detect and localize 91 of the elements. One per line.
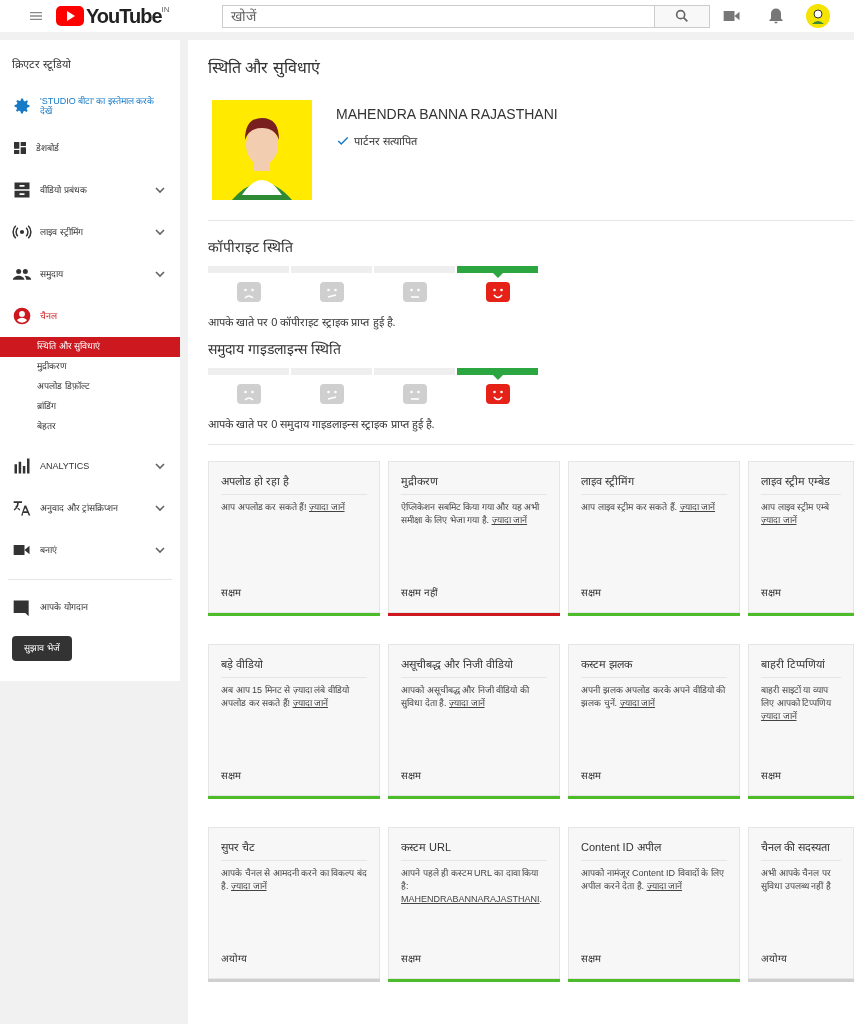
feature-status: अयोग्य — [761, 952, 788, 966]
sidebar-item[interactable]: अनुवाद और ट्रांसक्रिप्शन — [0, 486, 180, 529]
learn-more-link[interactable]: ज़्यादा जानें — [619, 698, 656, 708]
feature-description: आपको नामंजूर Content ID विवादों के लिए अपील करने देता है. ज़्यादा जानें — [581, 867, 725, 893]
account-icon — [12, 305, 32, 326]
feature-status: सक्षम — [581, 769, 602, 783]
feature-status: सक्षम — [221, 586, 242, 600]
feature-status: सक्षम नहीं — [401, 586, 439, 600]
dashboard-icon — [12, 139, 28, 156]
learn-more-link[interactable]: ज़्यादा जानें — [231, 881, 267, 891]
feature-status: अयोग्य — [221, 952, 248, 966]
feature-status: सक्षम — [581, 586, 602, 600]
learn-more-link[interactable]: ज़्यादा जानें — [679, 502, 716, 512]
sidebar-title: क्रिएटर स्टूडियो — [11, 57, 73, 73]
pointer-icon — [492, 374, 503, 380]
search-field[interactable]: खोजें — [221, 4, 655, 28]
feature-title: मुद्रीकरण — [401, 474, 547, 495]
feature-title: कस्टम URL — [401, 840, 547, 861]
sidebar-item[interactable]: ANALYTICS — [0, 444, 180, 487]
face-icon — [485, 383, 510, 404]
feature-description: आप लाइव स्ट्रीम कर सकते हैं. ज़्यादा जानें — [581, 501, 717, 514]
feature-status: सक्षम — [401, 769, 422, 783]
learn-more-link[interactable]: ज़्यादा जानें — [761, 515, 797, 525]
feature-description: आपके चैनल से आमदनी करने का विकल्प बंद है. ज़्यादा जानें — [221, 867, 367, 893]
sidebar-item[interactable]: समुदाय — [0, 252, 180, 295]
learn-more-link[interactable]: ज़्यादा जानें — [646, 881, 683, 891]
learn-more-link[interactable]: MAHENDRABANNARAJASTHANI — [401, 894, 540, 904]
feature-title: कस्टम झलक — [581, 657, 727, 678]
bell-icon[interactable] — [766, 6, 786, 26]
feedback-button[interactable]: सुझाव भेजें — [12, 635, 72, 661]
learn-more-link[interactable]: ज़्यादा जानें — [761, 711, 797, 721]
feature-title: बड़े वीडियो — [221, 657, 367, 678]
face-icon — [319, 383, 344, 404]
feature-status: सक्षम — [761, 769, 782, 783]
feature-description: अभी आपके चैनल पर सुविधा उपलब्ध नहीं है — [761, 867, 832, 893]
sidebar-subitem[interactable]: मुद्रीकरण — [0, 356, 180, 377]
sidebar-item[interactable]: डेशबोर्ड — [0, 126, 180, 169]
feature-status: सक्षम — [761, 586, 782, 600]
play-logo-icon[interactable] — [56, 6, 84, 26]
feature-title: अपलोड हो रहा है — [221, 474, 367, 495]
feature-title: Content ID अपील — [581, 840, 727, 861]
feature-status: सक्षम — [581, 952, 602, 966]
section-title: समुदाय गाइडलाइन्स स्थिति — [208, 339, 342, 360]
feature-description: अब आप 15 मिनट से ज़्यादा लंबे वीडियो अपलोड कर सकते हैं! ज़्यादा जानें — [221, 684, 351, 710]
search-button[interactable] — [654, 4, 710, 28]
sidebar-item[interactable]: चैनल — [0, 294, 180, 337]
sidebar-item[interactable]: वीडियो प्रबंधक — [0, 168, 180, 211]
feature-description: आपने पहले ही कस्टम URL का दावा किया है: MAHENDRABANNARAJASTHANI. — [401, 867, 544, 906]
logo-text[interactable]: YouTube — [86, 1, 162, 31]
strike-text: आपके खाते पर 0 समुदाय गाइडलाइन्स स्ट्राइक प्राप्त हुई है. — [208, 416, 436, 432]
face-icon — [485, 282, 510, 302]
face-icon — [319, 282, 344, 302]
sidebar-subitem[interactable]: बेहतर — [0, 416, 180, 437]
feature-description: आप लाइव स्ट्रीम एम्बे ज़्यादा जानें — [761, 501, 830, 527]
avatar-icon[interactable] — [806, 4, 830, 28]
feature-description: बाहरी साइटों या व्याप लिए आपको टिप्पणिय ज़्यादा जानें — [761, 684, 833, 723]
page-title: स्थिति और सुविधाएं — [208, 57, 321, 80]
feature-title: लाइव स्ट्रीमिंग — [581, 474, 727, 495]
sidebar-subitem[interactable]: ब्रांडिंग — [0, 396, 180, 417]
region-label: IN — [161, 4, 170, 14]
sidebar-subitem[interactable]: अपलोड डिफ़ॉल्ट — [0, 376, 180, 397]
sidebar-item[interactable]: 'STUDIO बीटा' का इस्तेमाल करके देखें — [0, 84, 180, 127]
face-icon — [236, 383, 261, 404]
feature-title: असूचीबद्ध और निजी वीडियो — [401, 657, 547, 678]
feature-description: अपनी झलक अपलोड करके अपने वीडियो की झलक चुनें. ज़्यादा जानें — [581, 684, 727, 710]
learn-more-link[interactable]: ज़्यादा जानें — [449, 698, 485, 708]
search-icon — [673, 8, 690, 24]
feature-description: ऐप्लिकेशन सबमिट किया गया और यह अभी समीक्षा के लिए भेजा गया है. ज़्यादा जानें — [401, 501, 541, 527]
channel-name: MAHENDRA BANNA RAJASTHANI — [336, 105, 558, 124]
feature-title: बाहरी टिप्पणियां — [761, 657, 841, 678]
face-icon — [236, 282, 261, 302]
learn-more-link[interactable]: ज़्यादा जानें — [309, 502, 345, 512]
sidebar-subitem[interactable]: स्थिति और सुविधाएं — [0, 336, 180, 357]
sidebar-item[interactable]: आपके योगदान — [0, 587, 180, 628]
feature-status: सक्षम — [221, 769, 242, 783]
pointer-icon — [492, 273, 503, 278]
learn-more-link[interactable]: ज़्यादा जानें — [491, 515, 528, 525]
sidebar-item[interactable]: लाइव स्ट्रीमिंग — [0, 210, 180, 253]
strike-text: आपके खाते पर 0 कॉपीराइट स्ट्राइक प्राप्त हुई है. — [208, 315, 397, 331]
feature-description: आप अपलोड कर सकते हैं! ज़्यादा जानें — [221, 501, 346, 514]
verified-label: पार्टनर सत्यापित — [354, 134, 418, 149]
learn-more-link[interactable]: ज़्यादा जानें — [292, 698, 329, 708]
sidebar-item[interactable]: बनाएं — [0, 528, 180, 571]
feature-title: लाइव स्ट्रीम एम्बेड — [761, 474, 841, 495]
feature-status: सक्षम — [401, 952, 422, 966]
face-icon — [402, 383, 427, 404]
feature-description: आपको असूचीबद्ध और निजी वीडियो की सुविधा देता है. ज़्यादा जानें — [401, 684, 531, 710]
section-title: कॉपीराइट स्थिति — [208, 238, 294, 257]
feature-title: चैनल की सदस्यता — [761, 840, 841, 861]
feature-title: सुपर चैट — [221, 840, 367, 861]
face-icon — [402, 282, 427, 302]
